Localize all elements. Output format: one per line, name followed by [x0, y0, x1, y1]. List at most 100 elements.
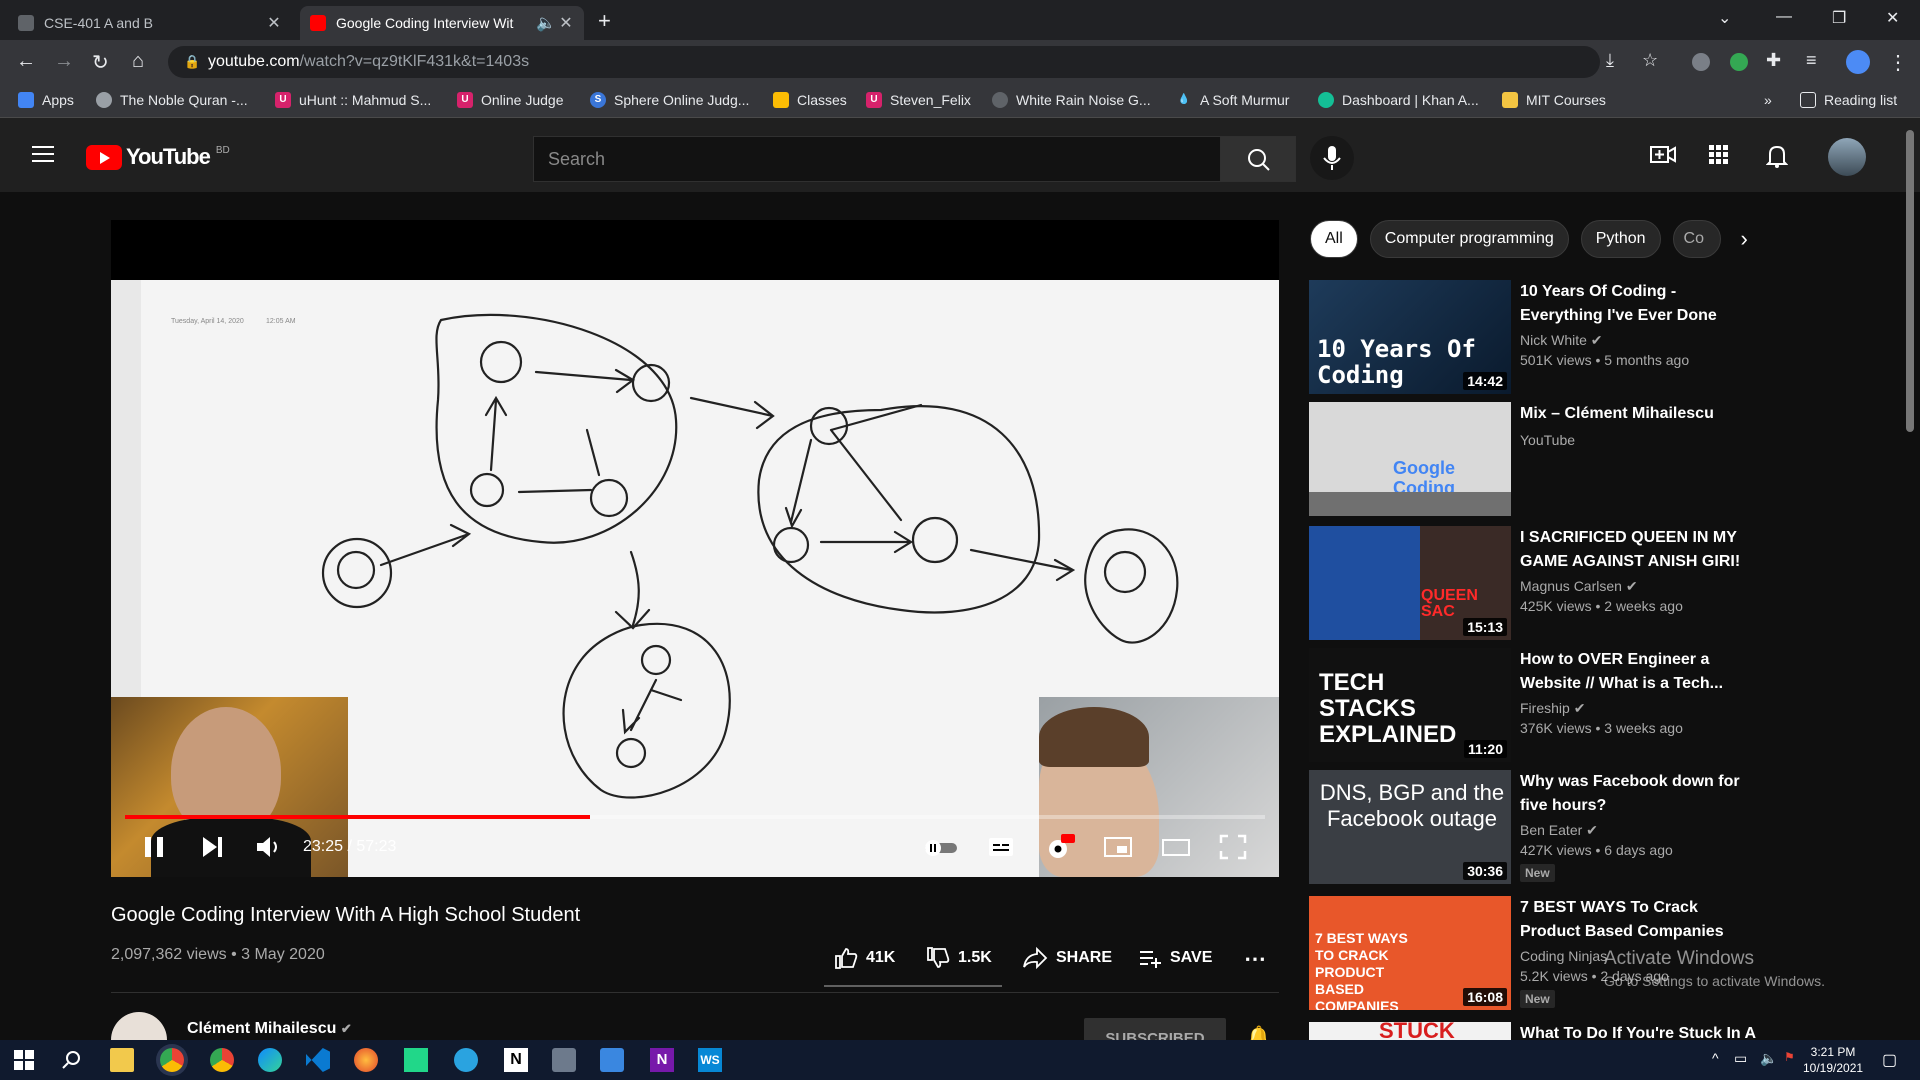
address-bar[interactable]: 🔒 youtube.com/watch?v=qz9tKlF431k&t=1403… — [168, 46, 1600, 78]
search-icon[interactable] — [60, 1048, 84, 1072]
close-tab-icon[interactable]: ✕ — [558, 13, 574, 33]
extension-green-icon[interactable] — [1730, 53, 1748, 71]
antivirus-tray-icon[interactable]: ⚑ — [1784, 1050, 1795, 1064]
channel-text: Ben Eater — [1520, 822, 1583, 838]
bookmark-classes[interactable]: Classes — [773, 92, 847, 108]
close-tab-icon[interactable]: ✕ — [266, 13, 282, 33]
windows-start-icon[interactable] — [12, 1048, 36, 1072]
youtube-logo[interactable]: YouTube BD — [86, 144, 230, 170]
video-progress-bar[interactable] — [125, 815, 1265, 819]
settings-gear-icon[interactable] — [1045, 834, 1075, 862]
share-button[interactable]: SHARE — [1022, 946, 1112, 970]
voice-search-button[interactable] — [1310, 136, 1354, 180]
extensions-puzzle-icon[interactable]: ✚ — [1766, 50, 1781, 71]
fullscreen-icon[interactable] — [1219, 834, 1247, 860]
recommendation-item[interactable]: 10 Years Of Coding 14:42 10 Years Of Cod… — [1309, 280, 1779, 394]
captions-icon[interactable] — [987, 834, 1015, 860]
autoplay-toggle-icon[interactable] — [921, 834, 961, 860]
recommendation-item[interactable]: Google Coding Interview Mix – Clément Mi… — [1309, 402, 1779, 516]
bookmark-uhunt[interactable]: UuHunt :: Mahmud S... — [275, 92, 431, 108]
tab-cse401[interactable]: CSE-401 A and B ✕ — [8, 6, 292, 40]
bookmark-mit[interactable]: MIT Courses — [1502, 92, 1606, 108]
bookmark-online-judge[interactable]: U Online Judge — [457, 92, 564, 108]
search-input[interactable]: Search — [533, 136, 1221, 182]
firefox-icon[interactable] — [354, 1048, 378, 1072]
chip-python[interactable]: Python — [1580, 220, 1661, 258]
profile-icon[interactable] — [1846, 50, 1870, 74]
bookmark-steven-felix[interactable]: U Steven_Felix — [866, 92, 971, 108]
messaging-icon[interactable] — [552, 1048, 576, 1072]
apps-grid-icon[interactable] — [1708, 144, 1730, 166]
vscode-icon[interactable] — [306, 1048, 330, 1072]
chevron-right-icon[interactable]: › — [1741, 220, 1748, 258]
speaker-icon[interactable]: 🔈 — [536, 13, 556, 33]
extension-icon[interactable] — [1692, 53, 1710, 71]
next-icon[interactable] — [199, 834, 225, 860]
close-window-button[interactable]: ✕ — [1886, 8, 1899, 28]
channel-name[interactable]: Clément Mihailescu ✔ — [187, 1020, 352, 1038]
media-control-icon[interactable]: ≡ — [1806, 50, 1817, 71]
menu-dots-icon[interactable]: ⋮ — [1888, 50, 1908, 75]
webstorm-icon[interactable]: WS — [698, 1048, 722, 1072]
bookmark-star-icon[interactable]: ☆ — [1642, 50, 1658, 71]
rec-channel: Fireship ✔ — [1520, 700, 1585, 717]
pycharm-icon[interactable] — [404, 1048, 428, 1072]
new-tab-button[interactable]: + — [598, 8, 611, 34]
recommendation-item[interactable]: TECH STACKS EXPLAINED 11:20 How to OVER … — [1309, 648, 1779, 762]
volume-icon[interactable] — [255, 834, 283, 860]
recommendation-item[interactable]: QUEEN SAC 15:13 I SACRIFICED QUEEN IN MY… — [1309, 526, 1779, 640]
search-button[interactable] — [1220, 136, 1296, 182]
more-actions-icon[interactable]: ⋯ — [1244, 946, 1266, 972]
chip-all[interactable]: All — [1310, 220, 1358, 258]
notion-icon[interactable]: N — [504, 1048, 528, 1072]
back-icon[interactable]: ← — [16, 50, 36, 73]
reload-icon[interactable]: ↻ — [92, 50, 109, 75]
file-explorer-icon[interactable] — [110, 1048, 134, 1072]
hamburger-menu-icon[interactable] — [32, 146, 54, 164]
bookmark-soft-murmur[interactable]: 💧 A Soft Murmur — [1176, 92, 1290, 108]
forward-icon[interactable]: → — [54, 50, 74, 73]
reading-list[interactable]: Reading list — [1800, 92, 1897, 108]
bookmark-white-rain[interactable]: White Rain Noise G... — [992, 92, 1151, 108]
save-button[interactable]: SAVE — [1138, 946, 1212, 970]
like-button[interactable]: 41K — [834, 946, 895, 970]
tab-youtube[interactable]: Google Coding Interview Wit 🔈 ✕ — [300, 6, 584, 40]
system-clock[interactable]: 3:21 PM 10/19/2021 — [1803, 1044, 1863, 1076]
bookmark-spoj[interactable]: S Sphere Online Judg... — [590, 92, 749, 108]
miniplayer-icon[interactable] — [1103, 834, 1133, 860]
bookmark-khan[interactable]: Dashboard | Khan A... — [1318, 92, 1479, 108]
url-host: youtube.com — [208, 53, 300, 70]
volume-tray-icon[interactable]: 🔈 — [1760, 1050, 1777, 1067]
recommendation-item[interactable]: DNS, BGP and the Facebook outage 30:36 W… — [1309, 770, 1779, 884]
telegram-icon[interactable] — [454, 1048, 478, 1072]
pause-icon[interactable] — [141, 834, 167, 860]
tab-search-icon[interactable]: ⌄ — [1718, 8, 1731, 28]
bookmark-quran[interactable]: The Noble Quran -... — [96, 92, 248, 108]
maximize-button[interactable]: ❐ — [1832, 8, 1846, 28]
chip-co[interactable]: Co — [1672, 220, 1721, 258]
chip-computer-programming[interactable]: Computer programming — [1369, 220, 1569, 258]
chrome-icon[interactable] — [160, 1048, 184, 1072]
video-player[interactable]: Tuesday, April 14, 2020 12:05 AM 23:25 /… — [111, 220, 1279, 877]
page-scrollbar[interactable] — [1906, 130, 1914, 432]
calculator-icon[interactable] — [600, 1048, 624, 1072]
notifications-bell-icon[interactable] — [1766, 144, 1788, 168]
onenote-icon[interactable]: N — [650, 1048, 674, 1072]
install-icon[interactable]: ⤓ — [1606, 50, 1614, 71]
user-avatar[interactable] — [1828, 138, 1866, 176]
home-icon[interactable]: ⌂ — [132, 50, 144, 73]
chrome-profile-icon[interactable] — [210, 1048, 234, 1072]
verified-icon: ✔ — [1573, 700, 1586, 716]
more-bookmarks-icon[interactable]: » — [1764, 92, 1772, 108]
divider — [111, 992, 1279, 993]
show-hidden-icons[interactable]: ^ — [1712, 1050, 1719, 1066]
network-icon[interactable]: ▭ — [1734, 1050, 1747, 1067]
edge-icon[interactable] — [258, 1048, 282, 1072]
create-video-icon[interactable] — [1650, 144, 1676, 166]
notifications-icon[interactable]: ▢ — [1882, 1050, 1897, 1070]
dislike-button[interactable]: 1.5K — [926, 946, 992, 970]
bookmark-apps[interactable]: Apps — [18, 92, 74, 108]
theater-mode-icon[interactable] — [1161, 834, 1191, 860]
minimize-button[interactable]: — — [1776, 8, 1792, 26]
recommendation-item[interactable]: STUCK What To Do If You're Stuck In A — [1309, 1022, 1779, 1040]
